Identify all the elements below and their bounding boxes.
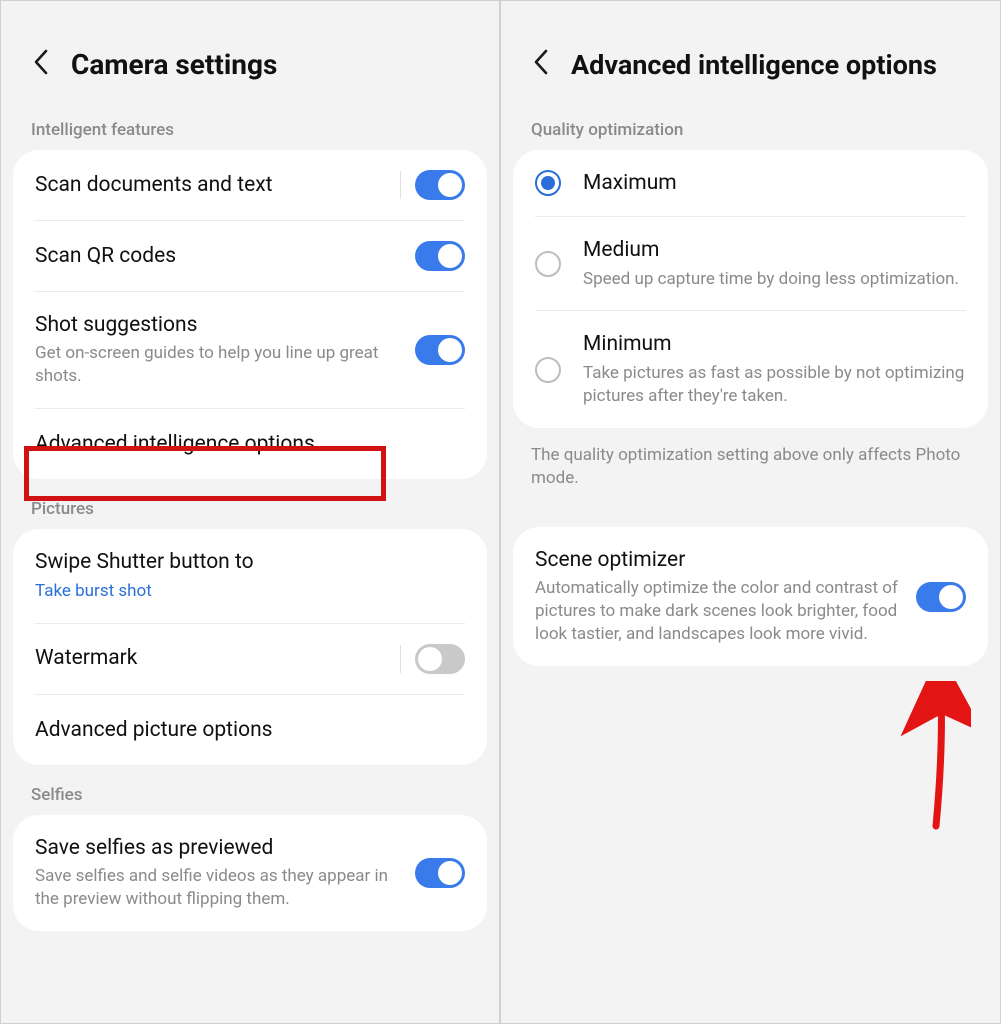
label: Swipe Shutter button to bbox=[35, 549, 465, 575]
radio-minimum[interactable] bbox=[535, 357, 561, 383]
label: Advanced picture options bbox=[35, 717, 465, 743]
label: Save selfies as previewed bbox=[35, 835, 415, 861]
pane-advanced-intelligence: Advanced intelligence options Quality op… bbox=[500, 0, 1001, 1024]
annotation-arrow-icon bbox=[881, 681, 971, 831]
row-save-selfies[interactable]: Save selfies as previewed Save selfies a… bbox=[13, 815, 487, 931]
radio-row-medium[interactable]: Medium Speed up capture time by doing le… bbox=[513, 217, 988, 310]
quality-note: The quality optimization setting above o… bbox=[501, 428, 1000, 492]
radio-medium[interactable] bbox=[535, 251, 561, 277]
chevron-left-icon bbox=[533, 49, 549, 75]
label: Maximum bbox=[583, 170, 966, 196]
separator bbox=[400, 171, 401, 199]
card-pictures: Swipe Shutter button to Take burst shot … bbox=[13, 529, 487, 764]
row-shot-suggestions[interactable]: Shot suggestions Get on-screen guides to… bbox=[13, 292, 487, 408]
radio-maximum[interactable] bbox=[535, 170, 561, 196]
row-advanced-picture-options[interactable]: Advanced picture options bbox=[13, 695, 487, 765]
row-swipe-shutter[interactable]: Swipe Shutter button to Take burst shot bbox=[13, 529, 487, 622]
label: Advanced intelligence options bbox=[35, 431, 465, 457]
header: Advanced intelligence options bbox=[501, 1, 1000, 112]
row-scan-qr[interactable]: Scan QR codes bbox=[13, 221, 487, 291]
toggle-save-selfies[interactable] bbox=[415, 858, 465, 888]
radio-row-minimum[interactable]: Minimum Take pictures as fast as possibl… bbox=[513, 311, 988, 427]
sublabel: Speed up capture time by doing less opti… bbox=[583, 268, 966, 291]
row-scene-optimizer[interactable]: Scene optimizer Automatically optimize t… bbox=[513, 527, 988, 666]
card-intelligent-features: Scan documents and text Scan QR codes Sh… bbox=[13, 150, 487, 479]
sublabel: Save selfies and selfie videos as they a… bbox=[35, 865, 415, 911]
card-scene-optimizer: Scene optimizer Automatically optimize t… bbox=[513, 527, 988, 666]
toggle-watermark[interactable] bbox=[415, 644, 465, 674]
chevron-left-icon bbox=[33, 49, 49, 75]
card-quality-optimization: Maximum Medium Speed up capture time by … bbox=[513, 150, 988, 428]
label: Scan QR codes bbox=[35, 243, 415, 269]
sublabel: Automatically optimize the color and con… bbox=[535, 577, 902, 646]
toggle-shot-suggestions[interactable] bbox=[415, 335, 465, 365]
separator bbox=[400, 645, 401, 673]
toggle-scan-documents[interactable] bbox=[415, 170, 465, 200]
current-value: Take burst shot bbox=[35, 580, 465, 603]
label: Scan documents and text bbox=[35, 172, 400, 198]
row-watermark[interactable]: Watermark bbox=[13, 624, 487, 694]
pane-camera-settings: Camera settings Intelligent features Sca… bbox=[0, 0, 500, 1024]
page-title: Camera settings bbox=[71, 48, 277, 81]
sublabel: Get on-screen guides to help you line up… bbox=[35, 342, 415, 388]
card-selfies: Save selfies as previewed Save selfies a… bbox=[13, 815, 487, 931]
row-advanced-intelligence-options[interactable]: Advanced intelligence options bbox=[13, 409, 487, 479]
header: Camera settings bbox=[1, 1, 499, 112]
radio-row-maximum[interactable]: Maximum bbox=[513, 150, 988, 216]
section-label-pictures: Pictures bbox=[1, 497, 499, 529]
label: Medium bbox=[583, 237, 966, 263]
back-button[interactable] bbox=[29, 45, 53, 84]
row-scan-documents[interactable]: Scan documents and text bbox=[13, 150, 487, 220]
label: Shot suggestions bbox=[35, 312, 415, 338]
toggle-scene-optimizer[interactable] bbox=[916, 582, 966, 612]
section-label-selfies: Selfies bbox=[1, 783, 499, 815]
label: Scene optimizer bbox=[535, 547, 902, 573]
label: Minimum bbox=[583, 331, 966, 357]
section-label-quality: Quality optimization bbox=[501, 112, 1000, 150]
label: Watermark bbox=[35, 645, 400, 671]
back-button[interactable] bbox=[529, 45, 553, 84]
page-title: Advanced intelligence options bbox=[571, 49, 937, 81]
section-label-intelligent: Intelligent features bbox=[1, 112, 499, 150]
sublabel: Take pictures as fast as possible by not… bbox=[583, 362, 966, 408]
toggle-scan-qr[interactable] bbox=[415, 241, 465, 271]
